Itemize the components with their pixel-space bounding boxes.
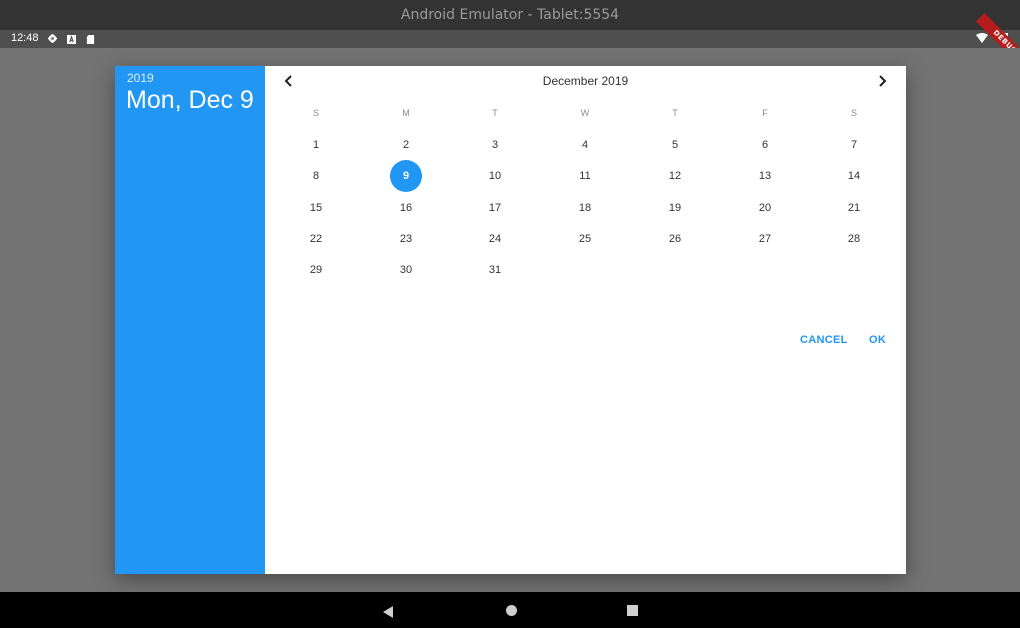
- calendar-day[interactable]: 21: [838, 192, 870, 224]
- calendar-day[interactable]: 2: [390, 129, 422, 161]
- home-icon[interactable]: [506, 605, 517, 616]
- weekday-label: F: [762, 108, 768, 118]
- header-year[interactable]: 2019: [127, 71, 154, 85]
- next-month-button[interactable]: [870, 74, 894, 94]
- recents-icon[interactable]: [627, 605, 638, 616]
- weekday-label: T: [492, 108, 498, 118]
- back-icon[interactable]: [383, 603, 394, 622]
- calendar-day[interactable]: 15: [300, 192, 332, 224]
- calendar-day[interactable]: 7: [838, 129, 870, 161]
- chevron-right-icon: [879, 75, 887, 87]
- selected-day[interactable]: 9: [390, 160, 422, 192]
- window-title: Android Emulator - Tablet:5554: [400, 7, 620, 23]
- calendar-day[interactable]: 11: [569, 160, 601, 192]
- calendar-day[interactable]: 18: [569, 192, 601, 224]
- calendar-day[interactable]: 26: [659, 223, 691, 255]
- calendar-day[interactable]: 27: [749, 223, 781, 255]
- system-nav-bar: [0, 592, 1020, 628]
- header-selected-date: Mon, Dec 9: [126, 86, 254, 114]
- a-icon: [67, 34, 76, 44]
- calendar-day[interactable]: 25: [569, 223, 601, 255]
- calendar-panel: December 2019 CANCEL OK SMTWTFS123456789…: [265, 66, 906, 574]
- calendar-day[interactable]: 6: [749, 129, 781, 161]
- calendar-day[interactable]: 1: [300, 129, 332, 161]
- calendar-day[interactable]: 3: [479, 129, 511, 161]
- calendar-day[interactable]: 22: [300, 223, 332, 255]
- calendar-day[interactable]: 20: [749, 192, 781, 224]
- weekday-label: M: [402, 108, 410, 118]
- emulator-title-bar: Android Emulator - Tablet:5554: [0, 0, 1020, 30]
- calendar-day[interactable]: 13: [749, 160, 781, 192]
- cancel-button[interactable]: CANCEL: [800, 334, 848, 346]
- calendar-day[interactable]: 14: [838, 160, 870, 192]
- calendar-day[interactable]: 12: [659, 160, 691, 192]
- calendar-day[interactable]: 30: [390, 254, 422, 286]
- status-bar: 12:48: [0, 30, 1020, 48]
- calendar-day[interactable]: 19: [659, 192, 691, 224]
- calendar-day[interactable]: 16: [390, 192, 422, 224]
- status-time: 12:48: [11, 32, 39, 44]
- weekday-label: T: [672, 108, 678, 118]
- calendar-day[interactable]: 31: [479, 254, 511, 286]
- weekday-label: S: [850, 108, 857, 118]
- calendar-day[interactable]: 8: [300, 160, 332, 192]
- calendar-day[interactable]: 28: [838, 223, 870, 255]
- ok-button[interactable]: OK: [869, 334, 886, 346]
- sd-card-icon: [86, 34, 95, 44]
- calendar-day[interactable]: 24: [479, 223, 511, 255]
- calendar-day[interactable]: 10: [479, 160, 511, 192]
- weekday-label: S: [312, 108, 319, 118]
- calendar-day[interactable]: 4: [569, 129, 601, 161]
- calendar-day[interactable]: 23: [390, 223, 422, 255]
- date-picker-dialog: 2019 Mon, Dec 9 December 2019 CANCEL OK …: [115, 66, 906, 574]
- wifi-icon: [976, 33, 988, 43]
- weekday-label: W: [580, 108, 590, 118]
- date-picker-header: 2019 Mon, Dec 9: [115, 66, 265, 574]
- month-title: December 2019: [542, 74, 629, 88]
- calendar-day[interactable]: 29: [300, 254, 332, 286]
- calendar-day[interactable]: 17: [479, 192, 511, 224]
- gear-icon: [48, 34, 57, 43]
- calendar-day[interactable]: 5: [659, 129, 691, 161]
